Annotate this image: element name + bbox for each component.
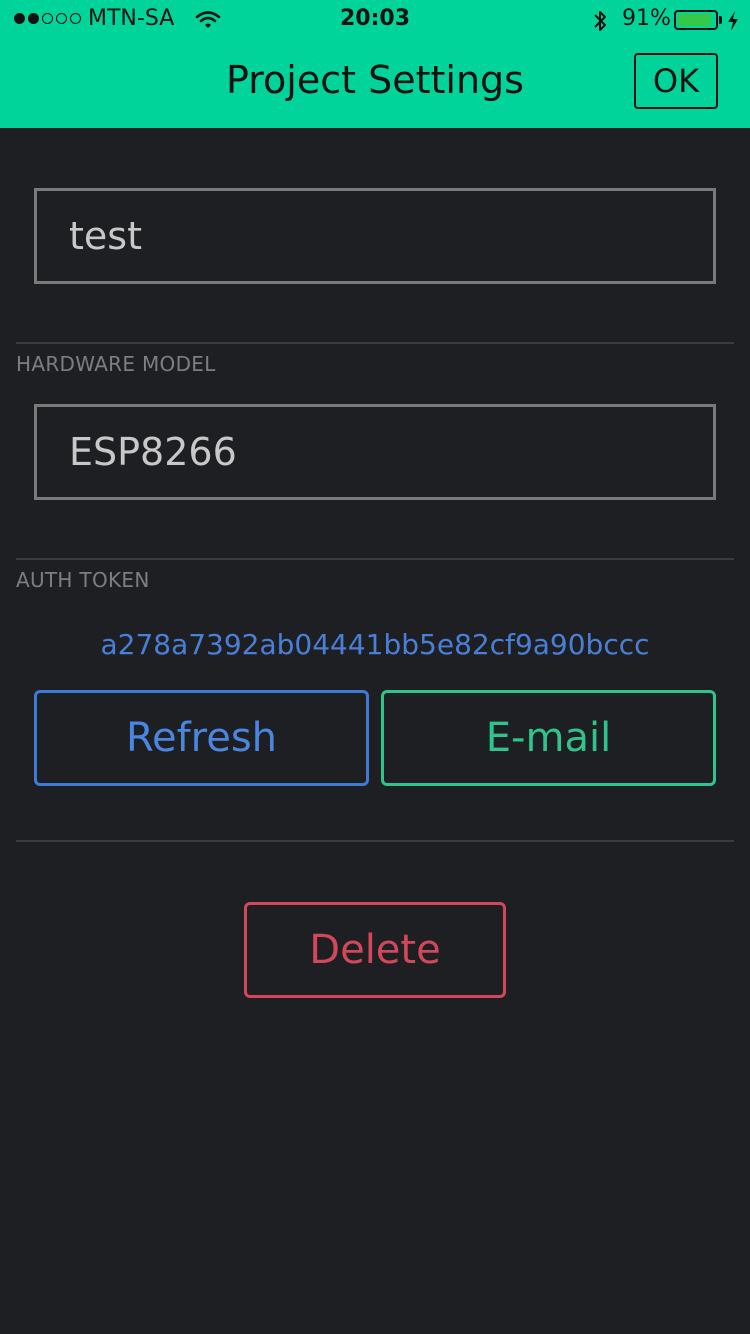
bluetooth-icon (592, 8, 608, 40)
project-name-field[interactable]: test (34, 188, 716, 284)
battery-percent: 91% (622, 6, 671, 31)
delete-project-button[interactable]: Delete (244, 902, 506, 998)
charging-bolt-icon (726, 10, 740, 38)
ok-button[interactable]: OK (634, 53, 718, 109)
auth-token-label: AUTH TOKEN (16, 568, 150, 592)
refresh-token-button[interactable]: Refresh (34, 690, 369, 786)
divider (16, 840, 734, 842)
status-bar: MTN-SA 20:03 91% (0, 0, 750, 40)
divider (16, 342, 734, 344)
hardware-model-label: HARDWARE MODEL (16, 352, 216, 376)
auth-token-value: a278a7392ab04441bb5e82cf9a90bccc (100, 628, 650, 661)
header-bar: MTN-SA 20:03 91% Project Settings OK (0, 0, 750, 128)
project-settings-screen: MTN-SA 20:03 91% Project Settings OK tes… (0, 0, 750, 1334)
divider (16, 558, 734, 560)
hardware-model-select[interactable]: ESP8266 (34, 404, 716, 500)
battery-icon (674, 10, 718, 30)
email-token-button[interactable]: E-mail (381, 690, 716, 786)
